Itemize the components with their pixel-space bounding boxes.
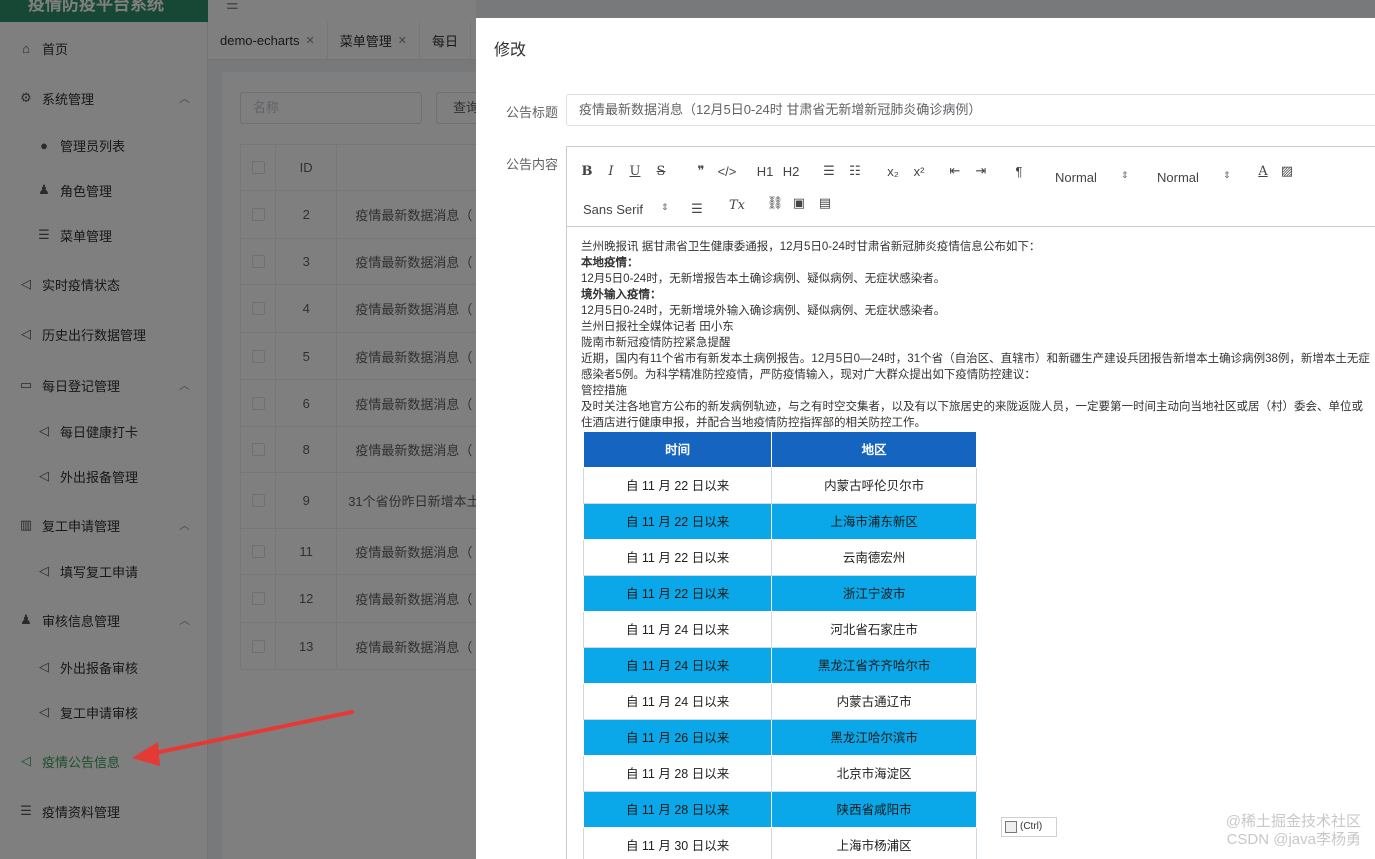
area-cell: 上海市杨浦区 xyxy=(771,827,977,859)
time-cell: 自 11 月 28 日以来 xyxy=(582,791,773,828)
header-1-button[interactable]: H1 xyxy=(755,161,775,181)
rich-text-editor[interactable]: B I U S ❞ </> H1 H2 ☰ ☷ x₂ x² ⇤ ⇥ ¶ Norm… xyxy=(566,146,1375,859)
region-table-row: 自 11 月 28 日以来 北京市海淀区 xyxy=(582,755,977,792)
content-line: 本地疫情： xyxy=(581,257,639,269)
column-header-time: 时间 xyxy=(582,431,773,468)
time-cell: 自 11 月 28 日以来 xyxy=(582,755,773,792)
content-line: 兰州日报社全媒体记者 田小东 xyxy=(581,321,734,333)
watermark: @稀土掘金技术社区 CSDN @java李杨勇 xyxy=(1226,813,1361,849)
header-2-button[interactable]: H2 xyxy=(781,161,801,181)
title-label: 公告标题 xyxy=(505,105,558,120)
font-picker[interactable]: Sans Serif ⇕ xyxy=(583,199,673,219)
area-cell: 上海市浦东新区 xyxy=(771,503,977,540)
chevron-updown-icon: ⇕ xyxy=(661,202,669,212)
bullet-list-button[interactable]: ☷ xyxy=(845,161,865,181)
clipboard-icon xyxy=(1005,821,1017,833)
content-line: 及时关注各地官方公布的新发病例轨迹，与之有时空交集者，以及有以下旅居史的来陇返陇… xyxy=(581,401,1363,413)
region-table-row: 自 11 月 24 日以来 内蒙古通辽市 xyxy=(582,683,977,720)
content-line: 管控措施 xyxy=(581,385,627,397)
italic-button[interactable]: I xyxy=(601,161,621,181)
time-cell: 自 11 月 24 日以来 xyxy=(582,611,773,648)
region-table-row: 自 11 月 26 日以来 黑龙江哈尔滨市 xyxy=(582,719,977,756)
image-icon[interactable]: ▣ xyxy=(789,193,809,213)
editor-toolbar: B I U S ❞ </> H1 H2 ☰ ☷ x₂ x² ⇤ ⇥ ¶ Norm… xyxy=(567,147,1375,227)
region-table-row: 自 11 月 22 日以来 云南德宏州 xyxy=(582,539,977,576)
ordered-list-button[interactable]: ☰ xyxy=(819,161,839,181)
column-header-area: 地区 xyxy=(771,431,977,468)
area-cell: 浙江宁波市 xyxy=(771,575,977,612)
area-cell: 云南德宏州 xyxy=(771,539,977,576)
background-color-button[interactable]: ▨ xyxy=(1277,161,1297,181)
content-line: 住酒店进行健康申报，并配合当地疫情防控指挥部的相关防控工作。 xyxy=(581,417,926,429)
paste-options-button[interactable]: (Ctrl) xyxy=(1001,817,1057,837)
area-cell: 内蒙古通辽市 xyxy=(771,683,977,720)
time-cell: 自 11 月 24 日以来 xyxy=(582,683,773,720)
size-picker-value: Normal xyxy=(1157,169,1199,185)
area-cell: 陕西省咸阳市 xyxy=(771,791,977,828)
region-table-row: 自 11 月 28 日以来 陕西省咸阳市 xyxy=(582,791,977,828)
region-table: 时间 地区 自 11 月 22 日以来 内蒙古呼伦贝尔市自 11 月 22 日以来… xyxy=(582,431,977,859)
indent-button[interactable]: ⇥ xyxy=(971,161,991,181)
region-table-row: 自 11 月 30 日以来 上海市杨浦区 xyxy=(582,827,977,859)
region-table-row: 自 11 月 22 日以来 浙江宁波市 xyxy=(582,575,977,612)
dialog-title: 修改 xyxy=(494,42,527,59)
content-line: 12月5日0-24时，无新增报告本土确诊病例、疑似病例、无症状感染者。 xyxy=(581,273,946,285)
time-cell: 自 11 月 22 日以来 xyxy=(582,467,773,504)
content-line: 陇南市新冠疫情防控紧急提醒 xyxy=(581,337,731,349)
region-table-row: 自 11 月 22 日以来 上海市浦东新区 xyxy=(582,503,977,540)
header-picker[interactable]: Normal ⇕ xyxy=(1055,167,1135,187)
area-cell: 内蒙古呼伦贝尔市 xyxy=(771,467,977,504)
superscript-button[interactable]: x² xyxy=(909,161,929,181)
content-label: 公告内容 xyxy=(505,157,558,172)
content-line: 12月5日0-24时，无新增境外输入确诊病例、疑似病例、无症状感染者。 xyxy=(581,305,946,317)
area-cell: 北京市海淀区 xyxy=(771,755,977,792)
bold-button[interactable]: B xyxy=(577,161,597,181)
link-icon[interactable]: ⛓ xyxy=(765,193,785,213)
area-cell: 黑龙江哈尔滨市 xyxy=(771,719,977,756)
font-color-button[interactable]: A xyxy=(1253,161,1273,181)
watermark-line: CSDN @java李杨勇 xyxy=(1226,831,1361,848)
clear-format-button[interactable]: Tx xyxy=(727,195,747,215)
time-cell: 自 11 月 22 日以来 xyxy=(582,539,773,576)
paste-hint-label: (Ctrl) xyxy=(1020,821,1043,832)
editor-content[interactable]: 兰州晚报讯 据甘肃省卫生健康委通报，12月5日0-24时甘肃省新冠肺炎疫情信息公… xyxy=(567,227,1375,859)
time-cell: 自 11 月 26 日以来 xyxy=(582,719,773,756)
time-cell: 自 11 月 22 日以来 xyxy=(582,503,773,540)
region-table-row: 自 11 月 22 日以来 内蒙古呼伦贝尔市 xyxy=(582,467,977,504)
text-direction-button[interactable]: ¶ xyxy=(1009,161,1029,181)
chevron-updown-icon: ⇕ xyxy=(1223,170,1231,180)
size-picker[interactable]: Normal ⇕ xyxy=(1157,167,1237,187)
time-cell: 自 11 月 24 日以来 xyxy=(582,647,773,684)
content-line: 境外输入疫情： xyxy=(581,289,662,301)
chevron-updown-icon: ⇕ xyxy=(1121,170,1129,180)
time-cell: 自 11 月 30 日以来 xyxy=(582,827,773,859)
content-line: 近期，国内有11个省市有新发本土病例报告。12月5日0—24时，31个省（自治区… xyxy=(581,353,1370,365)
time-cell: 自 11 月 22 日以来 xyxy=(582,575,773,612)
region-table-row: 自 11 月 24 日以来 河北省石家庄市 xyxy=(582,611,977,648)
align-button[interactable]: ☰ xyxy=(687,199,707,219)
video-icon[interactable]: ▤ xyxy=(815,193,835,213)
title-input[interactable]: 疫情最新数据消息（12月5日0-24时 甘肃省无新增新冠肺炎确诊病例） xyxy=(566,94,1375,126)
content-line: 感染者5例。为科学精准防控疫情，严防疫情输入，现对广大群众提出如下疫情防控建议： xyxy=(581,369,1036,381)
subscript-button[interactable]: x₂ xyxy=(883,161,903,181)
area-cell: 黑龙江省齐齐哈尔市 xyxy=(771,647,977,684)
watermark-line: @稀土掘金技术社区 xyxy=(1225,813,1361,830)
underline-button[interactable]: U xyxy=(625,161,645,181)
area-cell: 河北省石家庄市 xyxy=(771,611,977,648)
edit-dialog: 修改 公告标题 疫情最新数据消息（12月5日0-24时 甘肃省无新增新冠肺炎确诊… xyxy=(476,18,1375,859)
font-picker-value: Sans Serif xyxy=(583,201,643,217)
code-button[interactable]: </> xyxy=(717,161,737,181)
strike-button[interactable]: S xyxy=(651,161,671,181)
header-picker-value: Normal xyxy=(1055,169,1097,185)
outdent-button[interactable]: ⇤ xyxy=(945,161,965,181)
blockquote-button[interactable]: ❞ xyxy=(691,161,711,181)
region-table-row: 自 11 月 24 日以来 黑龙江省齐齐哈尔市 xyxy=(582,647,977,684)
content-line: 兰州晚报讯 据甘肃省卫生健康委通报，12月5日0-24时甘肃省新冠肺炎疫情信息公… xyxy=(581,241,1041,253)
